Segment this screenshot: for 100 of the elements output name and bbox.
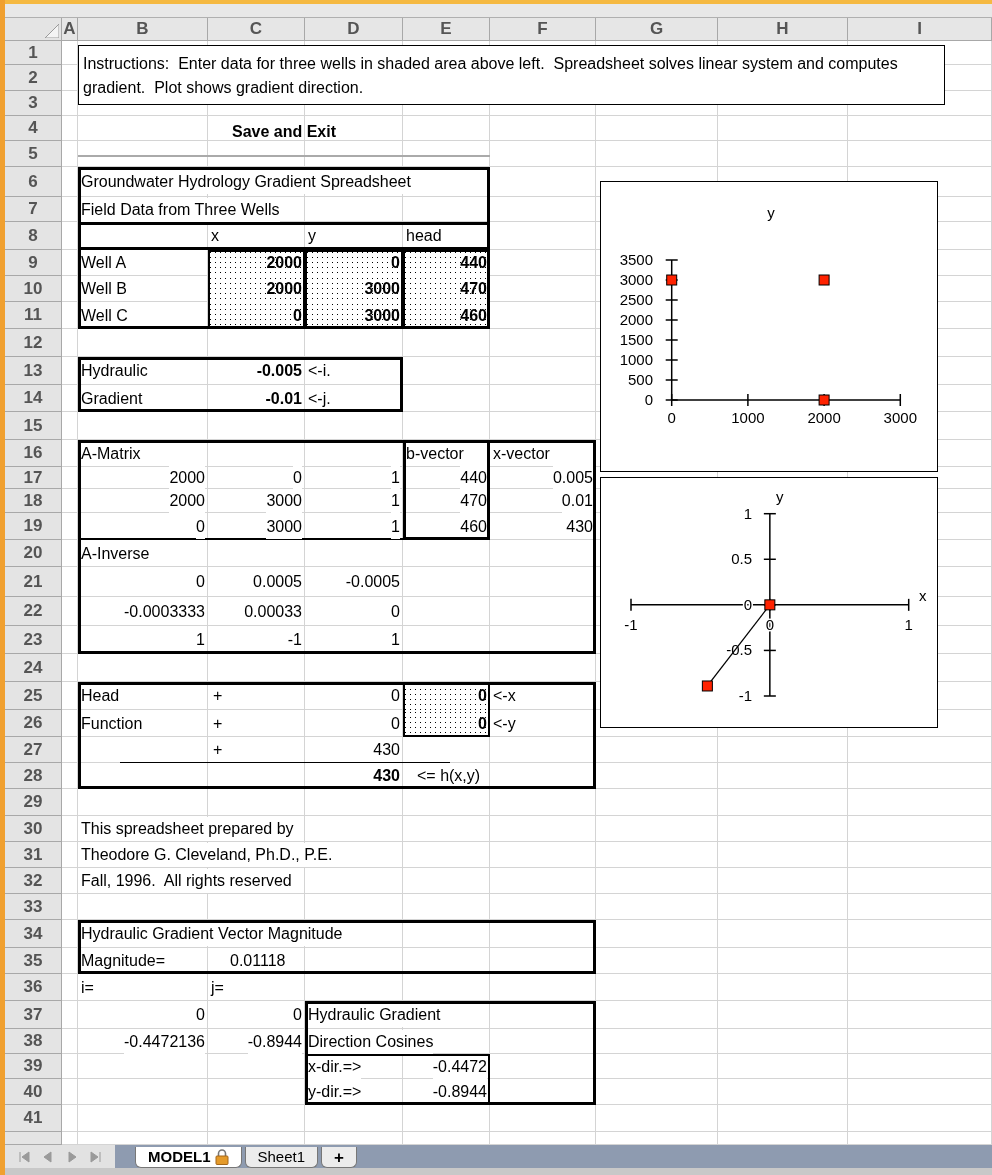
column-header[interactable]: A	[62, 18, 78, 41]
row-header[interactable]: 11	[5, 302, 62, 329]
grid-cell	[62, 816, 78, 842]
table-title: Groundwater Hydrology Gradient Spreadsheet	[81, 170, 411, 194]
row-header[interactable]: 20	[5, 540, 62, 567]
row-header[interactable]: 39	[5, 1054, 62, 1079]
row-header[interactable]: 25	[5, 682, 62, 710]
sheet-tab[interactable]: Sheet1	[244, 1147, 319, 1168]
row-header[interactable]: 40	[5, 1079, 62, 1105]
row-header[interactable]: 32	[5, 868, 62, 894]
column-header[interactable]: F	[490, 18, 596, 41]
select-all-corner[interactable]	[5, 18, 62, 41]
row-header[interactable]: 36	[5, 974, 62, 1001]
sheet-tab[interactable]: MODEL1	[135, 1147, 242, 1168]
row-header[interactable]: 31	[5, 842, 62, 868]
row-header[interactable]: 4	[5, 116, 62, 141]
tick-label: 500	[627, 371, 653, 388]
grid-cell	[62, 197, 78, 222]
grid-cell	[62, 682, 78, 710]
row-header[interactable]: 15	[5, 412, 62, 440]
grid-cell	[62, 567, 78, 597]
input-field[interactable]: 3000	[305, 276, 403, 302]
row-header[interactable]: 17	[5, 467, 62, 489]
row-header[interactable]: 29	[5, 789, 62, 816]
row-header[interactable]: 26	[5, 710, 62, 737]
column-header[interactable]: D	[305, 18, 403, 41]
column-header[interactable]: G	[596, 18, 718, 41]
row-header[interactable]: 5	[5, 141, 62, 167]
grid-cell	[62, 654, 78, 682]
grid-cell	[62, 789, 78, 816]
row-header[interactable]: 18	[5, 489, 62, 513]
value-text: 0	[293, 466, 302, 490]
grid-cell	[62, 167, 78, 197]
column-header[interactable]: I	[848, 18, 992, 41]
credit-text: Theodore G. Cleveland, Ph.D., P.E.	[81, 843, 333, 867]
credit-text: This spreadsheet prepared by	[81, 817, 294, 841]
row-header[interactable]: 14	[5, 385, 62, 412]
row-header[interactable]: 35	[5, 948, 62, 974]
credit-text: Fall, 1996. All rights reserved	[81, 869, 292, 893]
first-sheet-icon[interactable]	[17, 1149, 32, 1164]
last-sheet-icon[interactable]	[88, 1149, 103, 1164]
grid-cell	[62, 597, 78, 626]
grid-cell	[62, 357, 78, 385]
row-header[interactable]: 10	[5, 276, 62, 302]
row-header[interactable]: 27	[5, 737, 62, 763]
row-header[interactable]: 33	[5, 894, 62, 920]
row-header[interactable]: 24	[5, 654, 62, 682]
grid-cell	[62, 467, 78, 489]
row-header[interactable]: 37	[5, 1001, 62, 1029]
tick-label: 1500	[619, 331, 653, 348]
grid-cell	[62, 540, 78, 567]
grid-cell	[62, 1079, 78, 1105]
row-header[interactable]: 28	[5, 763, 62, 789]
column-header[interactable]: E	[403, 18, 490, 41]
tick-label: -1	[738, 687, 752, 704]
tick-label: 0	[644, 391, 653, 408]
grid-cell	[62, 412, 78, 440]
grid-cell	[62, 974, 78, 1001]
row-header[interactable]: 22	[5, 597, 62, 626]
row-header[interactable]: 9	[5, 250, 62, 276]
column-header[interactable]: C	[208, 18, 305, 41]
tick-label: 3500	[619, 251, 653, 268]
row-header[interactable]: 21	[5, 567, 62, 597]
tick-label: 2500	[619, 291, 653, 308]
grid-cell	[62, 302, 78, 329]
row-header[interactable]: 8	[5, 222, 62, 250]
tick-label: 0	[667, 409, 676, 426]
column-header[interactable]: H	[718, 18, 848, 41]
grid-cell	[62, 1001, 78, 1029]
row-header[interactable]	[5, 1132, 62, 1145]
tick-label: 2000	[807, 409, 841, 426]
value-text: 0.005	[552, 466, 593, 490]
row-header[interactable]: 30	[5, 816, 62, 842]
row-header[interactable]: 7	[5, 197, 62, 222]
instructions-text: Instructions: Enter data for three wells in shaded area above left. Spreadsheet solves linear system and computes gradient. Plot shows gradient direction.	[78, 45, 945, 105]
value-text: 1	[391, 466, 400, 490]
row-header[interactable]: 13	[5, 357, 62, 385]
row-header[interactable]: 19	[5, 513, 62, 540]
row-header[interactable]: 2	[5, 65, 62, 91]
add-sheet-button[interactable]: +	[321, 1147, 357, 1168]
row-header[interactable]: 1	[5, 41, 62, 65]
row-header[interactable]: 16	[5, 440, 62, 467]
row-header[interactable]: 34	[5, 920, 62, 948]
row-header[interactable]: 41	[5, 1105, 62, 1132]
row-header[interactable]: 3	[5, 91, 62, 116]
grid-cell	[62, 710, 78, 737]
row-header[interactable]: 12	[5, 329, 62, 357]
grid-cell	[62, 329, 78, 357]
tick-label: 3000	[619, 271, 653, 288]
tick-label: 0.5	[731, 550, 752, 568]
row-header[interactable]: 38	[5, 1029, 62, 1054]
grid-cell	[62, 141, 78, 167]
grid-cell	[62, 948, 78, 974]
row-header[interactable]: 6	[5, 167, 62, 197]
save-button[interactable]: Save and Exit	[223, 116, 344, 144]
input-field[interactable]: 470	[403, 276, 490, 302]
column-header[interactable]: B	[78, 18, 208, 41]
row-header[interactable]: 23	[5, 626, 62, 654]
grid-cell	[62, 920, 78, 948]
tick-label: 1	[743, 504, 752, 522]
